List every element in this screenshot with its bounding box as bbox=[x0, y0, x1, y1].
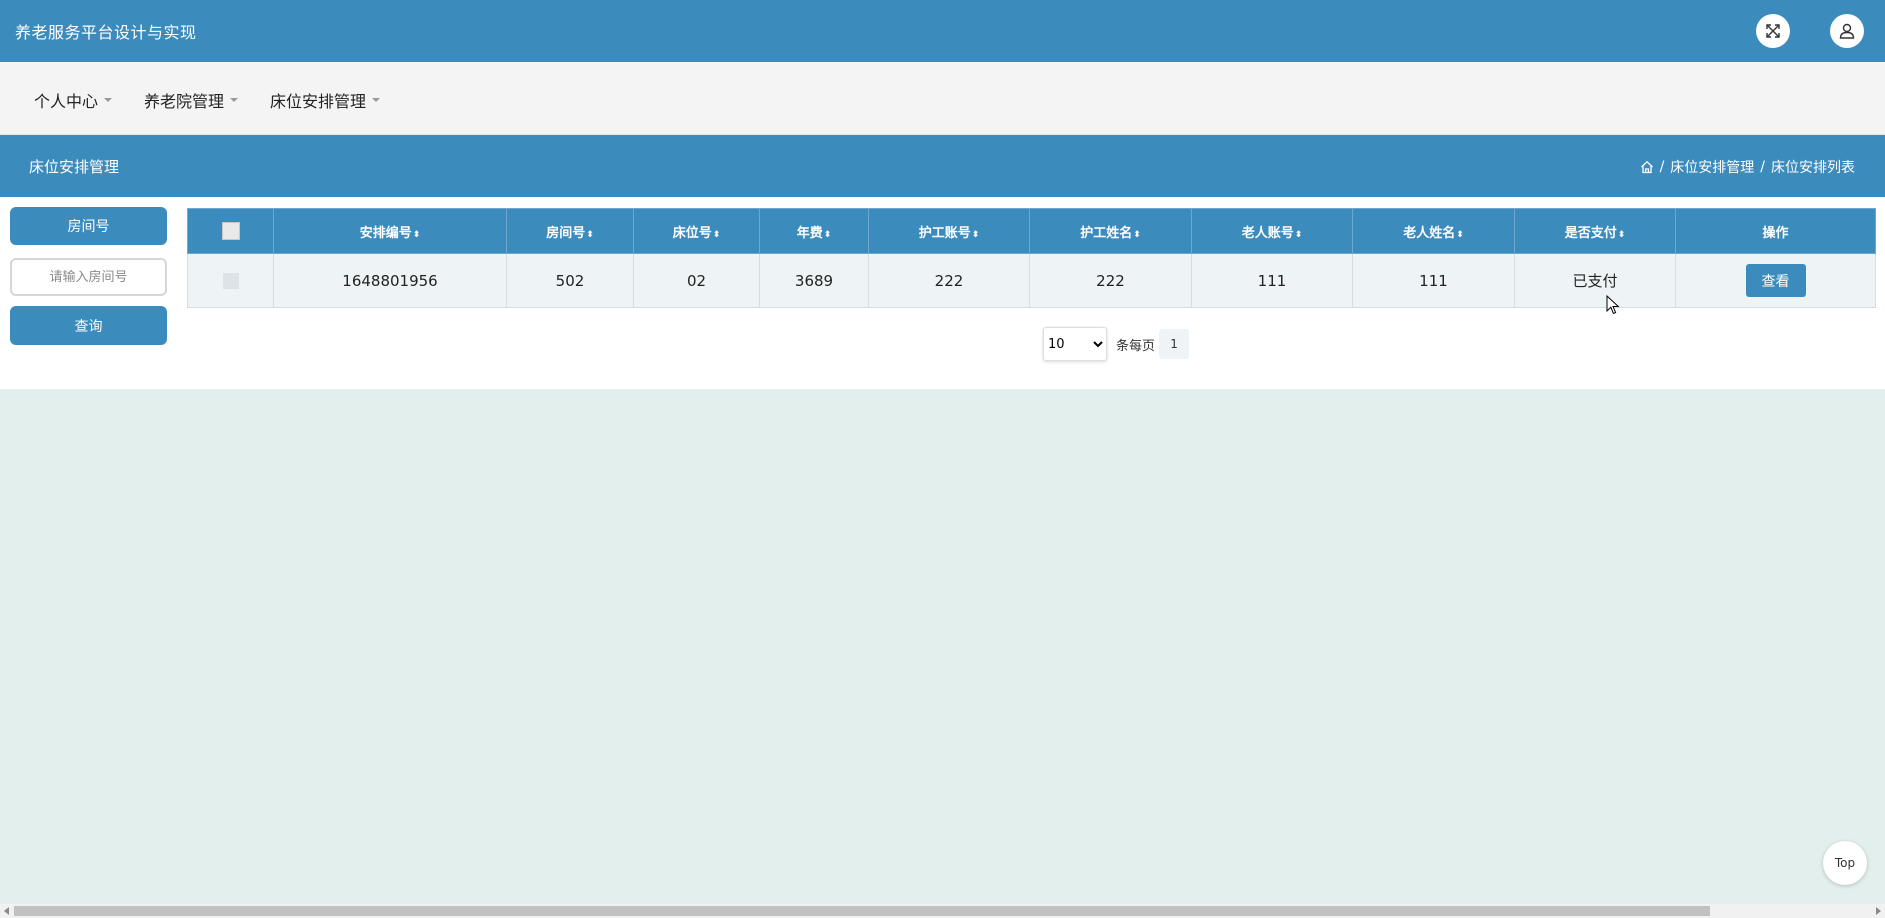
breadcrumb-separator: / bbox=[1659, 159, 1665, 175]
column-header-arrangement-id[interactable]: 安排编号⬍ bbox=[273, 208, 507, 254]
column-header-label: 房间号 bbox=[546, 225, 586, 241]
sort-icon: ⬍ bbox=[1294, 229, 1303, 240]
nav-bed-arrangement-management-label: 床位安排管理 bbox=[270, 92, 367, 111]
per-page-label: 条每页 bbox=[1116, 338, 1156, 354]
cell-room-number: 502 bbox=[506, 253, 634, 308]
page-title: 床位安排管理 bbox=[29, 158, 120, 176]
cell-caregiver-name: 222 bbox=[1029, 253, 1192, 308]
column-header-label: 年费 bbox=[796, 225, 823, 241]
sort-icon: ⬍ bbox=[586, 229, 594, 240]
nav-personal-center[interactable]: 个人中心 bbox=[34, 88, 113, 112]
caret-down-icon bbox=[230, 98, 239, 102]
cell-actions: 查看 bbox=[1675, 253, 1876, 308]
breadcrumb: / 床位安排管理 / 床位安排列表 bbox=[1640, 157, 1855, 177]
user-menu-button[interactable] bbox=[1830, 14, 1864, 48]
view-button[interactable]: 查看 bbox=[1745, 264, 1806, 297]
sort-icon: ⬍ bbox=[971, 229, 980, 240]
cell-bed-number: 02 bbox=[633, 253, 760, 308]
sort-icon: ⬍ bbox=[1617, 229, 1626, 240]
row-checkbox[interactable] bbox=[222, 273, 239, 289]
page-header: 床位安排管理 / 床位安排管理 / 床位安排列表 bbox=[0, 135, 1885, 197]
nav-personal-center-label: 个人中心 bbox=[34, 92, 99, 111]
breadcrumb-item-current: 床位安排列表 bbox=[1771, 160, 1855, 176]
cell-payment-status: 已支付 bbox=[1514, 253, 1676, 308]
home-icon[interactable] bbox=[1640, 160, 1654, 174]
column-header-label: 护工账号 bbox=[918, 225, 971, 241]
cell-annual-fee: 3689 bbox=[759, 253, 869, 308]
cell-arrangement-id: 1648801956 bbox=[273, 253, 507, 308]
mouse-cursor-icon bbox=[1606, 294, 1620, 319]
sort-icon: ⬍ bbox=[1133, 229, 1141, 240]
column-header-label: 老人账号 bbox=[1241, 225, 1294, 241]
nav-nursing-home-management[interactable]: 养老院管理 bbox=[144, 88, 239, 112]
caret-down-icon bbox=[104, 98, 113, 102]
column-header-label: 床位号 bbox=[672, 225, 712, 241]
nav-nursing-home-management-label: 养老院管理 bbox=[144, 92, 225, 111]
column-header-caregiver-account[interactable]: 护工账号⬍ bbox=[868, 208, 1030, 254]
column-header-elder-account[interactable]: 老人账号⬍ bbox=[1191, 208, 1353, 254]
scrollbar-thumb[interactable] bbox=[14, 906, 1710, 916]
column-header-annual-fee[interactable]: 年费⬍ bbox=[759, 208, 869, 254]
table-header-row: 安排编号⬍ 房间号⬍ 床位号⬍ 年费⬍ 护工账号⬍ 护工姓名⬍ 老人账号⬍ 老人… bbox=[187, 208, 1876, 254]
horizontal-scrollbar[interactable] bbox=[0, 904, 1885, 918]
column-header-caregiver-name[interactable]: 护工姓名⬍ bbox=[1029, 208, 1192, 254]
table-row: 1648801956 502 02 3689 222 222 111 111 已… bbox=[187, 253, 1876, 308]
column-header-label: 老人姓名 bbox=[1403, 225, 1456, 241]
user-icon bbox=[1839, 23, 1855, 39]
bed-arrangement-table: 安排编号⬍ 房间号⬍ 床位号⬍ 年费⬍ 护工账号⬍ 护工姓名⬍ 老人账号⬍ 老人… bbox=[187, 208, 1876, 308]
sort-icon: ⬍ bbox=[712, 229, 721, 240]
pagination: 10 条每页 1 bbox=[1043, 327, 1190, 361]
column-header-actions: 操作 bbox=[1675, 208, 1876, 254]
room-number-input[interactable] bbox=[10, 258, 167, 296]
column-header-room-number[interactable]: 房间号⬍ bbox=[506, 208, 634, 254]
page-number-current[interactable]: 1 bbox=[1159, 329, 1190, 359]
sort-icon: ⬍ bbox=[1456, 229, 1464, 240]
cell-caregiver-account: 222 bbox=[868, 253, 1030, 308]
cell-elder-account: 111 bbox=[1191, 253, 1353, 308]
cell-elder-name: 111 bbox=[1352, 253, 1515, 308]
sort-icon: ⬍ bbox=[412, 229, 421, 240]
content-panel: 房间号 查询 安排编号⬍ 房间号⬍ 床位号⬍ 年费⬍ 护工账号⬍ 护工姓名⬍ 老… bbox=[0, 197, 1885, 389]
column-header-label: 是否支付 bbox=[1564, 225, 1617, 241]
top-header: 养老服务平台设计与实现 bbox=[0, 0, 1885, 62]
fullscreen-button[interactable] bbox=[1756, 14, 1790, 48]
search-button[interactable]: 查询 bbox=[10, 306, 167, 345]
column-header-elder-name[interactable]: 老人姓名⬍ bbox=[1352, 208, 1515, 254]
app-title: 养老服务平台设计与实现 bbox=[15, 23, 197, 42]
select-all-cell bbox=[187, 208, 274, 254]
sort-icon: ⬍ bbox=[823, 229, 832, 240]
main-nav: 个人中心 养老院管理 床位安排管理 bbox=[0, 62, 1885, 135]
nav-bed-arrangement-management[interactable]: 床位安排管理 bbox=[270, 88, 381, 112]
column-header-payment-status[interactable]: 是否支付⬍ bbox=[1514, 208, 1676, 254]
scroll-right-icon[interactable] bbox=[1876, 907, 1881, 915]
caret-down-icon bbox=[372, 98, 381, 102]
column-header-bed-number[interactable]: 床位号⬍ bbox=[633, 208, 760, 254]
column-header-label: 护工姓名 bbox=[1080, 225, 1133, 241]
scroll-left-icon[interactable] bbox=[4, 907, 9, 915]
fullscreen-icon bbox=[1766, 24, 1780, 38]
select-all-checkbox[interactable] bbox=[221, 222, 240, 240]
breadcrumb-separator: / bbox=[1760, 159, 1765, 175]
breadcrumb-item[interactable]: 床位安排管理 bbox=[1670, 157, 1754, 177]
page-size-select[interactable]: 10 bbox=[1043, 327, 1107, 361]
room-number-label: 房间号 bbox=[10, 207, 167, 245]
back-to-top-button[interactable]: Top bbox=[1823, 841, 1867, 885]
column-header-label: 安排编号 bbox=[359, 225, 412, 241]
row-select-cell bbox=[187, 253, 274, 308]
